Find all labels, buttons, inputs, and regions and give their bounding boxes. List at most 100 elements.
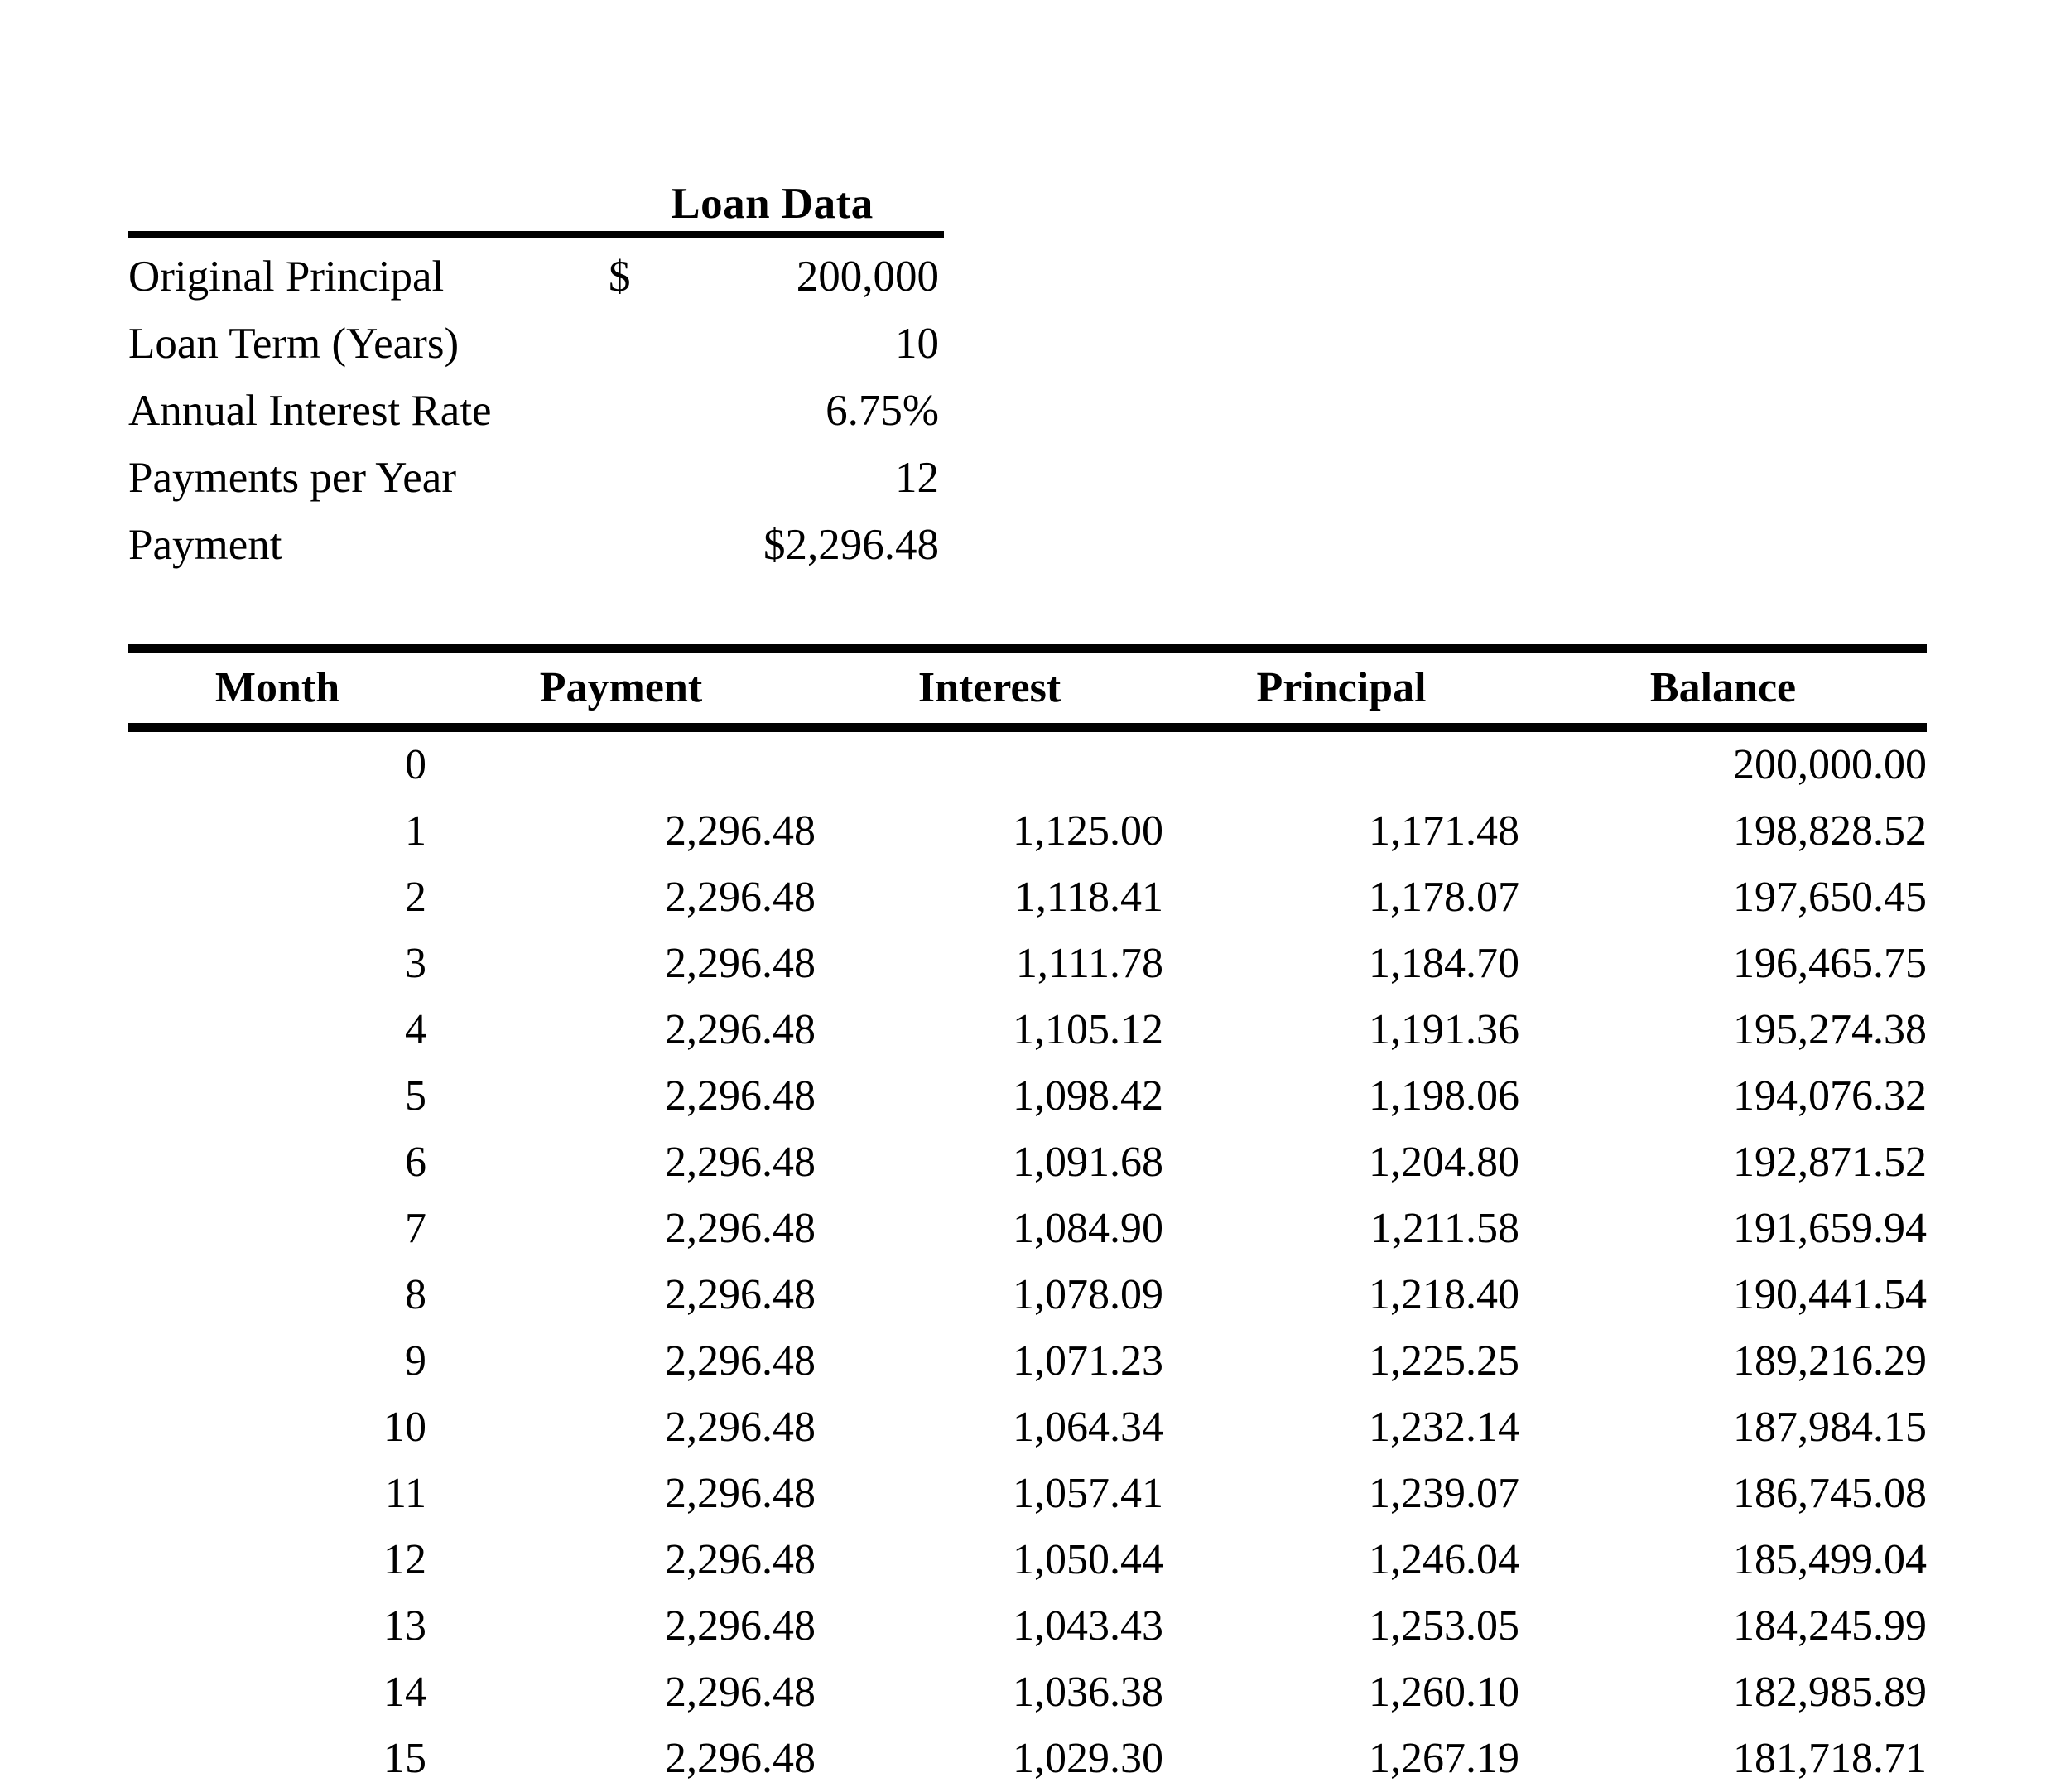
column-header-month: Month [214, 664, 340, 711]
cell-principal: 1,204.80 [1369, 1139, 1519, 1186]
amortization-table: Month Payment Interest Principal Balance [128, 653, 1927, 723]
loan-data-title: Loan Data [671, 180, 874, 228]
cell-balance: 198,828.52 [1733, 807, 1927, 855]
cell-principal [1163, 732, 1519, 798]
table-row: 1 2,296.48 1,125.00 1,171.48 198,828.52 [128, 798, 1927, 865]
cell-month: 15 [383, 1735, 426, 1782]
cell-balance: 182,985.89 [1733, 1669, 1927, 1716]
column-header-principal: Principal [1256, 664, 1427, 711]
loan-data-row-payment: Payment $2,296.48 [128, 512, 944, 579]
cell-payment: 2,296.48 [665, 1470, 816, 1517]
loan-data-value: 10 [895, 320, 939, 368]
cell-balance: 184,245.99 [1733, 1602, 1927, 1650]
cell-interest: 1,125.00 [1013, 807, 1163, 855]
cell-payment: 2,296.48 [665, 874, 816, 921]
cell-principal: 1,211.58 [1370, 1205, 1519, 1252]
cell-balance: 200,000.00 [1733, 741, 1927, 788]
table-row: 11 2,296.48 1,057.41 1,239.07 186,745.08 [128, 1461, 1927, 1527]
cell-month: 14 [383, 1669, 426, 1716]
cell-principal: 1,239.07 [1369, 1470, 1519, 1517]
cell-balance: 189,216.29 [1733, 1337, 1927, 1385]
cell-principal: 1,218.40 [1369, 1271, 1519, 1318]
currency-symbol: $ [609, 253, 631, 301]
cell-month: 12 [383, 1536, 426, 1583]
cell-balance: 192,871.52 [1733, 1139, 1927, 1186]
cell-principal: 1,171.48 [1369, 807, 1519, 855]
cell-month: 3 [405, 940, 426, 987]
cell-balance: 186,745.08 [1733, 1470, 1927, 1517]
table-row: 2 2,296.48 1,118.41 1,178.07 197,650.45 [128, 865, 1927, 931]
loan-data-top-rule [128, 231, 944, 238]
cell-interest: 1,105.12 [1013, 1006, 1163, 1053]
column-header-balance: Balance [1649, 664, 1797, 711]
cell-balance: 190,441.54 [1733, 1271, 1927, 1318]
cell-month: 5 [405, 1072, 426, 1120]
amortization-table-body-wrapper: 0 200,000.00 1 2,296.48 1,125.00 1,171.4… [128, 732, 1927, 1792]
loan-data-label: Annual Interest Rate [128, 387, 492, 435]
cell-payment: 2,296.48 [665, 1271, 816, 1318]
loan-data-value: 6.75% [826, 387, 939, 435]
table-row: 4 2,296.48 1,105.12 1,191.36 195,274.38 [128, 997, 1927, 1063]
cell-payment: 2,296.48 [665, 1072, 816, 1120]
loan-data-label: Payment [128, 521, 282, 569]
cell-interest: 1,029.30 [1013, 1735, 1163, 1782]
cell-month: 6 [405, 1139, 426, 1186]
column-header-payment: Payment [539, 664, 703, 711]
cell-principal: 1,253.05 [1369, 1602, 1519, 1650]
loan-data-label: Original Principal [128, 253, 445, 301]
cell-balance: 187,984.15 [1733, 1404, 1927, 1451]
loan-data-row-annual-interest-rate: Annual Interest Rate 6.75% [128, 378, 944, 445]
cell-balance: 181,718.71 [1733, 1735, 1927, 1782]
cell-interest: 1,050.44 [1013, 1536, 1163, 1583]
loan-data-title-row: Loan Data [128, 178, 944, 229]
loan-data-label: Loan Term (Years) [128, 320, 460, 368]
cell-payment [426, 732, 816, 798]
cell-month: 2 [405, 874, 426, 921]
document-page: Loan Data Original Principal $ 200,000 L… [0, 0, 2070, 1782]
cell-balance: 185,499.04 [1733, 1536, 1927, 1583]
cell-interest: 1,118.41 [1013, 874, 1163, 921]
cell-payment: 2,296.48 [665, 940, 816, 987]
column-header-interest: Interest [917, 664, 1061, 711]
table-row: 8 2,296.48 1,078.09 1,218.40 190,441.54 [128, 1262, 1927, 1328]
cell-balance: 195,274.38 [1733, 1006, 1927, 1053]
table-row: 0 200,000.00 [128, 732, 1927, 798]
loan-data-block: Loan Data Original Principal $ 200,000 L… [128, 178, 944, 579]
cell-payment: 2,296.48 [665, 1404, 816, 1451]
table-row: 6 2,296.48 1,091.68 1,204.80 192,871.52 [128, 1130, 1927, 1196]
cell-payment: 2,296.48 [665, 1205, 816, 1252]
cell-payment: 2,296.48 [665, 1669, 816, 1716]
table-row: 10 2,296.48 1,064.34 1,232.14 187,984.15 [128, 1395, 1927, 1461]
cell-balance: 194,076.32 [1733, 1072, 1927, 1120]
cell-month: 9 [405, 1337, 426, 1385]
table-row: 7 2,296.48 1,084.90 1,211.58 191,659.94 [128, 1196, 1927, 1262]
amortization-top-rule [128, 644, 1927, 653]
cell-principal: 1,178.07 [1369, 874, 1519, 921]
loan-data-row-payments-per-year: Payments per Year 12 [128, 445, 944, 512]
cell-balance: 196,465.75 [1733, 940, 1927, 987]
cell-month: 13 [383, 1602, 426, 1650]
amortization-table-head: Month Payment Interest Principal Balance [128, 653, 1927, 723]
cell-principal: 1,267.19 [1369, 1735, 1519, 1782]
title-spacer [128, 178, 600, 229]
cell-interest: 1,098.42 [1013, 1072, 1163, 1120]
table-row: 5 2,296.48 1,098.42 1,198.06 194,076.32 [128, 1063, 1927, 1130]
cell-interest [816, 732, 1163, 798]
cell-principal: 1,246.04 [1369, 1536, 1519, 1583]
loan-data-label: Payments per Year [128, 454, 456, 502]
cell-interest: 1,111.78 [1015, 940, 1163, 987]
cell-principal: 1,191.36 [1369, 1006, 1519, 1053]
loan-data-value: 12 [895, 454, 939, 502]
cell-month: 7 [405, 1205, 426, 1252]
amortization-table-body: 0 200,000.00 1 2,296.48 1,125.00 1,171.4… [128, 732, 1927, 1792]
loan-data-row-loan-term: Loan Term (Years) 10 [128, 311, 944, 378]
cell-balance: 191,659.94 [1733, 1205, 1927, 1252]
table-row: 15 2,296.48 1,029.30 1,267.19 181,718.71 [128, 1726, 1927, 1792]
cell-payment: 2,296.48 [665, 1006, 816, 1053]
cell-month: 10 [383, 1404, 426, 1451]
cell-payment: 2,296.48 [665, 1602, 816, 1650]
cell-month: 4 [405, 1006, 426, 1053]
cell-interest: 1,091.68 [1013, 1139, 1163, 1186]
cell-principal: 1,260.10 [1369, 1669, 1519, 1716]
cell-interest: 1,078.09 [1013, 1271, 1163, 1318]
